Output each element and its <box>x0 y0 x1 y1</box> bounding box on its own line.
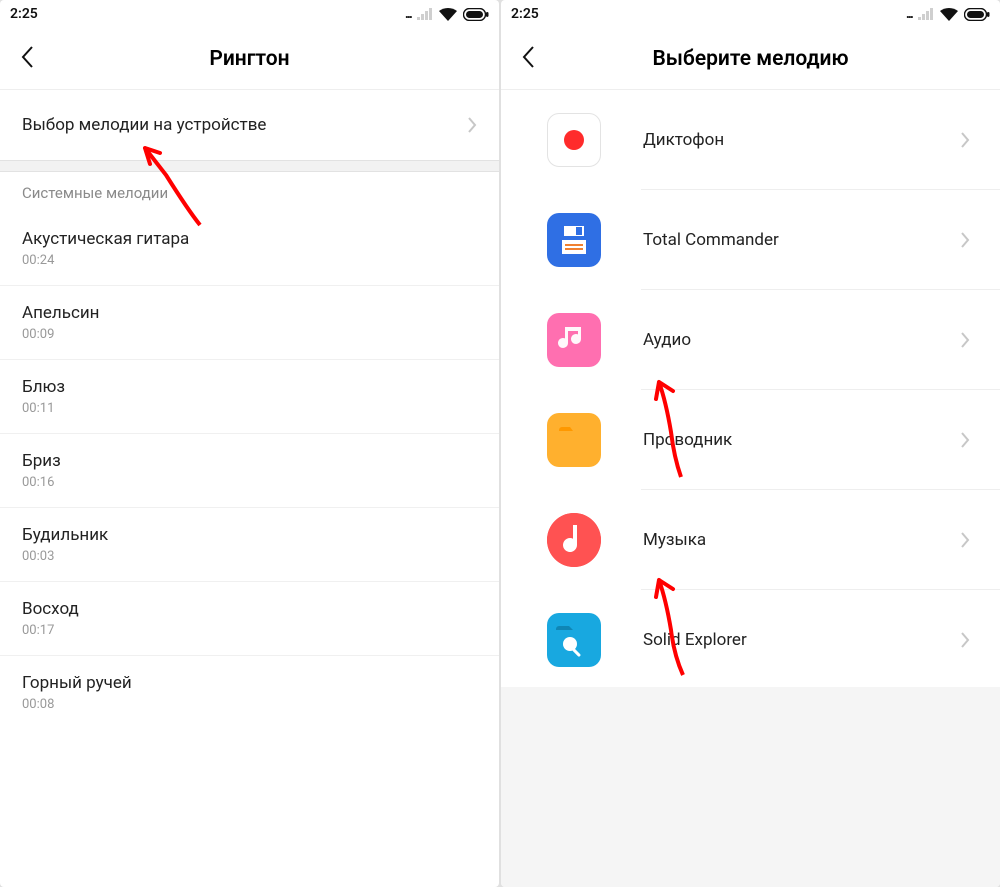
audio-icon <box>547 313 601 367</box>
choose-from-device-label: Выбор мелодии на устройстве <box>22 115 266 135</box>
chevron-left-icon <box>20 45 34 69</box>
signal-icon <box>918 8 934 20</box>
song-duration: 00:03 <box>22 549 477 564</box>
app-label: Диктофон <box>643 130 960 150</box>
page-title: Выберите мелодию <box>501 47 1000 71</box>
song-duration: 00:11 <box>22 401 477 416</box>
songs-list: Акустическая гитара 00:24 Апельсин 00:09 Блю… <box>0 212 499 729</box>
signal-icon <box>417 8 433 20</box>
song-row[interactable]: Будильник 00:03 <box>0 507 499 581</box>
song-name: Восход <box>22 599 477 619</box>
song-name: Горный ручей <box>22 673 477 693</box>
folder-icon <box>547 413 601 467</box>
phone-screen-right: 2:25 ... Выберите мелодию Диктофон Total … <box>501 0 1000 887</box>
battery-icon <box>463 8 489 21</box>
song-duration: 00:17 <box>22 623 477 638</box>
app-header: Рингтон <box>0 28 499 90</box>
song-name: Будильник <box>22 525 477 545</box>
app-row-solid[interactable]: Solid Explorer <box>501 590 1000 690</box>
song-row[interactable]: Бриз 00:16 <box>0 433 499 507</box>
chevron-left-icon <box>521 45 535 69</box>
section-header: Системные мелодии <box>0 172 499 212</box>
back-button[interactable] <box>521 45 535 73</box>
song-row[interactable]: Блюз 00:11 <box>0 359 499 433</box>
song-name: Апельсин <box>22 303 477 323</box>
floppy-icon <box>547 213 601 267</box>
app-label: Total Commander <box>643 230 960 250</box>
back-button[interactable] <box>20 45 34 73</box>
app-label: Музыка <box>643 530 960 550</box>
song-row[interactable]: Восход 00:17 <box>0 581 499 655</box>
status-icons: ... <box>405 6 489 22</box>
status-bar: 2:25 ... <box>501 0 1000 28</box>
app-label: Проводник <box>643 430 960 450</box>
empty-area <box>501 687 1000 887</box>
battery-icon <box>964 8 990 21</box>
network-dots-icon: ... <box>405 6 411 22</box>
song-name: Блюз <box>22 377 477 397</box>
status-time: 2:25 <box>511 6 539 22</box>
song-duration: 00:16 <box>22 475 477 490</box>
solid-icon <box>547 613 601 667</box>
wifi-icon <box>940 8 958 21</box>
app-row-music[interactable]: Музыка <box>501 490 1000 590</box>
chevron-right-icon <box>467 116 477 134</box>
app-label: Solid Explorer <box>643 630 960 650</box>
chevron-right-icon <box>960 431 970 449</box>
music-icon <box>547 513 601 567</box>
apps-list: Диктофон Total Commander Аудио Проводник Муз… <box>501 90 1000 690</box>
section-divider <box>0 160 499 172</box>
phone-screen-left: 2:25 ... Рингтон Выбор мелодии на устрой… <box>0 0 499 887</box>
song-row[interactable]: Горный ручей 00:08 <box>0 655 499 729</box>
network-dots-icon: ... <box>906 6 912 22</box>
status-bar: 2:25 ... <box>0 0 499 28</box>
song-name: Бриз <box>22 451 477 471</box>
chevron-right-icon <box>960 531 970 549</box>
chevron-right-icon <box>960 131 970 149</box>
song-row[interactable]: Акустическая гитара 00:24 <box>0 212 499 285</box>
page-title: Рингтон <box>0 47 499 71</box>
app-row-record[interactable]: Диктофон <box>501 90 1000 190</box>
wifi-icon <box>439 8 457 21</box>
song-duration: 00:09 <box>22 327 477 342</box>
record-icon <box>547 113 601 167</box>
song-duration: 00:08 <box>22 697 477 712</box>
song-duration: 00:24 <box>22 253 477 268</box>
chevron-right-icon <box>960 331 970 349</box>
app-header: Выберите мелодию <box>501 28 1000 90</box>
app-row-folder[interactable]: Проводник <box>501 390 1000 490</box>
song-row[interactable]: Апельсин 00:09 <box>0 285 499 359</box>
status-time: 2:25 <box>10 6 38 22</box>
chevron-right-icon <box>960 631 970 649</box>
chevron-right-icon <box>960 231 970 249</box>
choose-from-device-row[interactable]: Выбор мелодии на устройстве <box>0 90 499 160</box>
app-row-audio[interactable]: Аудио <box>501 290 1000 390</box>
song-name: Акустическая гитара <box>22 229 477 249</box>
app-row-floppy[interactable]: Total Commander <box>501 190 1000 290</box>
status-icons: ... <box>906 6 990 22</box>
app-label: Аудио <box>643 330 960 350</box>
